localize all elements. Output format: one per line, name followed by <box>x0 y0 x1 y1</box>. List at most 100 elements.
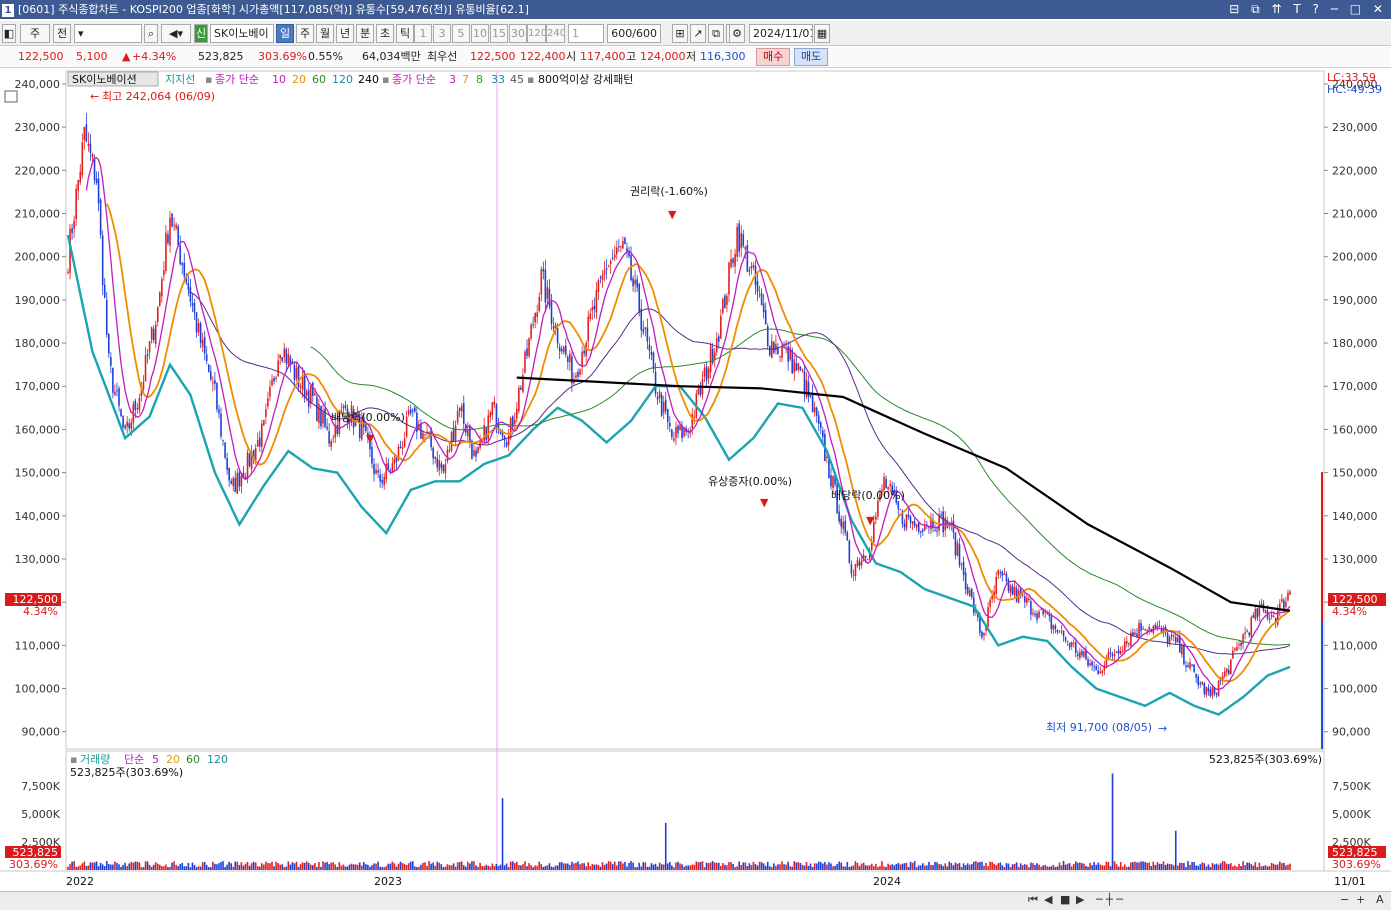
increase-arrow-icon: ▼ <box>760 496 769 509</box>
candle-body <box>556 328 559 344</box>
volume-bar <box>783 864 785 870</box>
candle-body <box>275 377 277 379</box>
volume-bar <box>1142 861 1144 870</box>
volume-bar <box>513 863 516 870</box>
candle-body <box>958 544 961 566</box>
candle-body <box>1099 671 1102 674</box>
chart-scrollbar[interactable]: ⏮ ◀ ■ ▶ ─ ┼ ─ − + A <box>0 891 1391 910</box>
candle-body <box>226 458 228 471</box>
volume-bar <box>652 864 655 870</box>
interval-count-select[interactable]: 1 <box>568 24 604 43</box>
y-label-left-4: 200,000 <box>15 251 61 264</box>
candle-body <box>866 559 869 561</box>
interval-240[interactable]: 240 <box>546 24 565 43</box>
annotation-low: 최저 91,700 (08/05) <box>1046 721 1152 734</box>
prev-button[interactable]: 전 <box>53 24 71 43</box>
candle-body <box>1081 651 1083 656</box>
interval-5[interactable]: 5 <box>452 24 470 43</box>
copy-icon[interactable]: ⧉ <box>708 24 724 43</box>
candle-body <box>911 521 914 524</box>
tab-tick[interactable]: 틱 <box>396 24 414 43</box>
tab-year[interactable]: 년 <box>336 24 354 43</box>
tab-minute[interactable]: 분 <box>356 24 374 43</box>
candle-body <box>532 324 534 326</box>
interval-30[interactable]: 30 <box>509 24 527 43</box>
code-input[interactable]: ▾ <box>74 24 142 43</box>
interval-1[interactable]: 1 <box>414 24 432 43</box>
volume-bar <box>987 866 989 870</box>
candle-body <box>693 416 696 418</box>
volume-bar <box>1056 866 1059 870</box>
volume-bar <box>1207 864 1210 870</box>
stock-name-field[interactable]: SK이노베이 <box>210 24 274 43</box>
sell-button[interactable]: 매도 <box>794 48 829 66</box>
candle-body <box>675 426 677 438</box>
candle-body <box>103 284 106 298</box>
tab-month[interactable]: 월 <box>316 24 334 43</box>
speaker-icon[interactable]: ◀▾ <box>161 24 191 43</box>
buy-button[interactable]: 매수 <box>756 48 791 66</box>
date-input[interactable]: 2024/11/01 <box>749 24 813 43</box>
zoom-plus-icon[interactable]: + <box>1356 893 1365 906</box>
volume-bar <box>1042 865 1044 870</box>
candle-body <box>267 398 269 407</box>
line-chart-icon[interactable]: ↗ <box>690 24 706 43</box>
candle-body <box>203 336 206 354</box>
volume-bar <box>944 863 947 870</box>
volume-bar <box>1105 861 1108 870</box>
volume-bar <box>552 867 555 870</box>
volume-bar <box>1217 864 1220 870</box>
candle-body <box>475 450 477 457</box>
volume-bar <box>705 862 708 870</box>
volume-bar <box>550 866 553 870</box>
tab-second[interactable]: 초 <box>376 24 394 43</box>
candle-body <box>748 269 751 272</box>
candle-body <box>534 313 536 323</box>
interval-15[interactable]: 15 <box>490 24 508 43</box>
zoom-out-icon[interactable]: ─ ┼ ─ <box>1096 893 1123 906</box>
candle-body <box>609 261 612 265</box>
candle-body <box>797 363 800 370</box>
candle-body <box>460 405 463 412</box>
volume-bar <box>926 865 928 870</box>
search-icon[interactable]: ⌕ <box>144 24 158 43</box>
volume-bar <box>624 861 626 870</box>
interval-10[interactable]: 10 <box>471 24 489 43</box>
y-label-right-10: 140,000 <box>1332 510 1378 523</box>
volume-bar <box>1077 862 1079 870</box>
tab-day[interactable]: 일 <box>276 24 294 43</box>
candle-body <box>650 352 653 355</box>
legend-ma2-7: 7 <box>462 73 469 86</box>
window-controls[interactable]: ⊟ ⧉ ⇈ T ? ─ □ ✕ <box>1229 0 1387 19</box>
candle-body <box>1197 676 1199 685</box>
volume-bar <box>1132 862 1134 870</box>
candle-body <box>1254 608 1257 620</box>
scroll-first-icon[interactable]: ⏮ <box>1028 893 1038 907</box>
candle-body <box>79 171 82 183</box>
chart-settings-icon[interactable]: ◧ <box>2 24 16 43</box>
volume-bar <box>966 863 969 870</box>
low-arrow-icon: → <box>1158 722 1167 735</box>
font-size-icon[interactable]: A <box>1376 893 1384 906</box>
volume-bar <box>201 862 204 870</box>
stock-chart[interactable]: 240,000 230,000 220,000 210,000 200,000 190,0… <box>0 69 1391 891</box>
candle-icon[interactable]: ⊞ <box>672 24 688 43</box>
scroll-stop-icon[interactable]: ■ <box>1060 893 1070 906</box>
interval-120[interactable]: 120 <box>527 24 546 43</box>
candle-body <box>840 518 842 527</box>
range-input[interactable]: 600/600 <box>607 24 661 43</box>
candle-body <box>118 388 120 406</box>
calendar-icon[interactable]: ▦ <box>814 24 830 43</box>
volume-ma-60: 60 <box>186 753 200 766</box>
tab-week[interactable]: 주 <box>296 24 314 43</box>
panel-menu-icon[interactable] <box>4 90 18 103</box>
candle-body <box>503 435 506 441</box>
scroll-next-icon[interactable]: ▶ <box>1076 893 1084 906</box>
market-select[interactable]: 주 <box>20 24 50 43</box>
volume-bar <box>738 861 740 870</box>
zoom-minus-icon[interactable]: − <box>1340 893 1349 906</box>
interval-3[interactable]: 3 <box>433 24 451 43</box>
gear-icon[interactable]: ⚙ <box>729 24 745 43</box>
volume-bar <box>1238 863 1240 870</box>
scroll-prev-icon[interactable]: ◀ <box>1044 893 1052 906</box>
